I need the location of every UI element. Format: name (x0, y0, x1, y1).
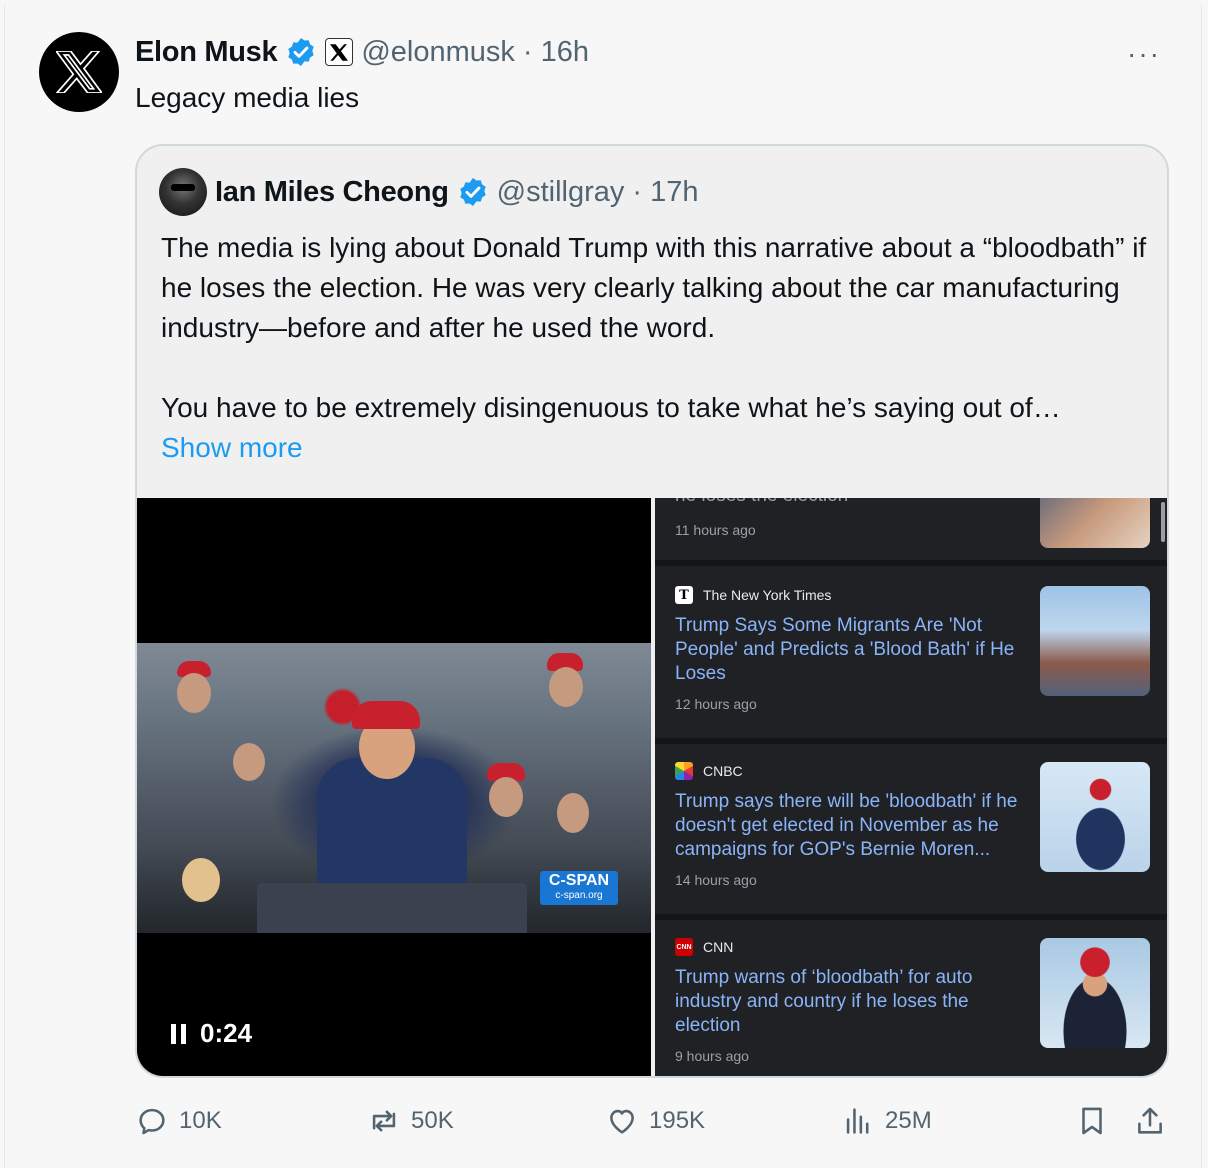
article-time: 14 hours ago (675, 872, 757, 888)
author-avatar[interactable] (39, 32, 119, 112)
reply-icon (139, 1108, 165, 1135)
views-button[interactable]: 25M (841, 1104, 932, 1138)
tweet[interactable]: Elon Musk @elonmusk · 16h ··· Legacy med… (4, 4, 1202, 1168)
article-thumbnail (1040, 586, 1150, 696)
article-source-name: CNBC (703, 763, 743, 779)
quote-author-handle[interactable]: @stillgray (497, 176, 625, 209)
repost-button[interactable]: 50K (367, 1104, 454, 1138)
article-thumbnail (1040, 762, 1150, 872)
quoted-tweet[interactable]: Ian Miles Cheong @stillgray · 17h The me… (135, 144, 1169, 1078)
quote-text: The media is lying about Donald Trump wi… (161, 228, 1161, 468)
article-source: CNN CNN (675, 938, 733, 956)
article-source: T The New York Times (675, 586, 831, 604)
pause-icon[interactable] (171, 1023, 186, 1044)
article-source: CNBC (675, 762, 743, 780)
article-time: 11 hours ago (675, 522, 756, 538)
quote-time[interactable]: 17h (650, 176, 698, 209)
affiliate-badge-icon[interactable] (325, 38, 354, 66)
author-name[interactable]: Elon Musk (135, 36, 278, 69)
quote-author-avatar[interactable] (159, 168, 207, 216)
article-headline: Trump Says Some Migrants Are 'Not People… (675, 615, 1015, 684)
verified-badge-icon[interactable] (457, 176, 489, 208)
repost-count: 50K (411, 1107, 454, 1134)
nyt-logo-icon: T (675, 586, 693, 604)
share-icon (1138, 1107, 1162, 1134)
partial-headline: he loses the election (675, 498, 1025, 508)
reply-button[interactable]: 10K (135, 1104, 222, 1138)
bookmark-button[interactable] (1075, 1104, 1109, 1138)
tweet-actions: 10K 50K 195K 25M (135, 1104, 1175, 1148)
share-button[interactable] (1133, 1104, 1167, 1138)
quote-media[interactable]: C-SPAN c-span.org 0:24 he loses the elec… (137, 498, 1167, 1076)
news-article-partial: he loses the election 11 hours ago (655, 498, 1167, 560)
cspan-badge: C-SPAN c-span.org (540, 871, 618, 905)
show-more-link[interactable]: Show more (161, 428, 1161, 468)
news-article: CNBC Trump says there will be 'bloodbath… (655, 744, 1167, 914)
heart-icon (610, 1109, 634, 1134)
verified-badge-icon[interactable] (285, 36, 317, 68)
like-count: 195K (649, 1107, 706, 1134)
news-article: T The New York Times Trump Says Some Mig… (655, 566, 1167, 738)
cspan-label: C-SPAN (548, 872, 610, 889)
analytics-icon (846, 1108, 869, 1134)
separator-dot: · (632, 175, 643, 208)
article-source-name: The New York Times (703, 587, 832, 603)
more-options-button[interactable]: ··· (1127, 38, 1161, 70)
video-player[interactable]: C-SPAN c-span.org 0:24 (137, 498, 651, 1076)
bookmark-icon (1082, 1107, 1102, 1135)
tweet-text: Legacy media lies (135, 82, 360, 113)
article-headline: Trump warns of ‘bloodbath’ for auto indu… (675, 967, 973, 1036)
article-source-name: CNN (703, 939, 734, 955)
tweet-time[interactable]: 16h (541, 36, 589, 69)
video-controls: 0:24 (171, 1018, 252, 1049)
article-time: 9 hours ago (675, 1048, 749, 1064)
news-article: CNN CNN Trump warns of ‘bloodbath’ for a… (655, 920, 1167, 1076)
cnbc-logo-icon (675, 762, 693, 780)
article-thumbnail (1040, 938, 1150, 1048)
author-handle[interactable]: @elonmusk (361, 36, 515, 69)
reply-count: 10K (179, 1107, 222, 1134)
article-time: 12 hours ago (675, 696, 757, 712)
video-frame[interactable]: C-SPAN c-span.org (137, 643, 651, 933)
quote-header: Ian Miles Cheong @stillgray · 17h (159, 168, 698, 216)
quote-paragraph-2: You have to be extremely disingenuous to… (161, 392, 1061, 423)
x-logo-icon (56, 51, 102, 93)
article-thumbnail (1040, 498, 1150, 548)
separator-dot: · (522, 35, 533, 68)
quote-author-name[interactable]: Ian Miles Cheong (215, 176, 449, 209)
news-results-screenshot: he loses the election 11 hours ago T The… (655, 498, 1167, 1076)
cnn-logo-icon: CNN (675, 938, 693, 956)
quote-paragraph-1: The media is lying about Donald Trump wi… (161, 232, 1147, 343)
view-count: 25M (885, 1107, 932, 1134)
tweet-header: Elon Musk @elonmusk · 16h (135, 30, 589, 74)
like-button[interactable]: 195K (605, 1104, 705, 1138)
video-duration: 0:24 (200, 1018, 253, 1048)
cspan-url: c-span.org (555, 890, 603, 901)
article-headline: Trump says there will be 'bloodbath' if … (675, 791, 1018, 860)
repost-icon (372, 1110, 396, 1132)
